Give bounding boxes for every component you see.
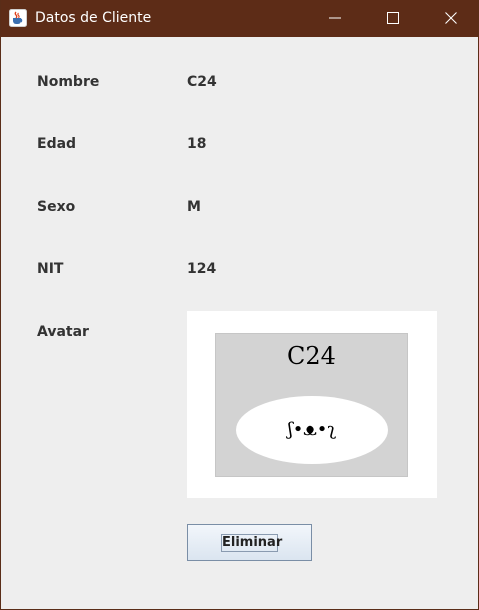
client-data-window: Datos de Cliente Nombre C24 Edad 18 Sexo… [0,0,479,610]
edad-value: 18 [187,136,207,152]
maximize-button[interactable] [364,0,422,37]
nombre-label: Nombre [37,74,100,90]
java-coffee-icon [9,9,27,27]
nit-value: 124 [187,261,217,277]
minimize-icon [329,9,341,28]
sexo-label: Sexo [37,199,76,215]
eliminar-button-label: Eliminar [221,534,283,552]
maximize-icon [387,9,399,28]
avatar-label: Avatar [37,324,89,340]
avatar-panel: C24 ʃ•ᴥ•ʅ [187,311,437,498]
avatar-name-text: C24 [287,342,336,370]
edad-label: Edad [37,136,77,152]
minimize-button[interactable] [306,0,364,37]
nit-label: NIT [37,261,64,277]
eliminar-button[interactable]: Eliminar [187,524,312,561]
close-icon [445,9,457,28]
avatar-image: C24 ʃ•ᴥ•ʅ [215,333,408,477]
title-bar[interactable]: Datos de Cliente [1,0,478,37]
window-title: Datos de Cliente [35,10,152,26]
sexo-value: M [187,199,201,215]
close-button[interactable] [422,0,479,37]
nombre-value: C24 [187,74,217,90]
avatar-face: ʃ•ᴥ•ʅ [236,396,388,464]
